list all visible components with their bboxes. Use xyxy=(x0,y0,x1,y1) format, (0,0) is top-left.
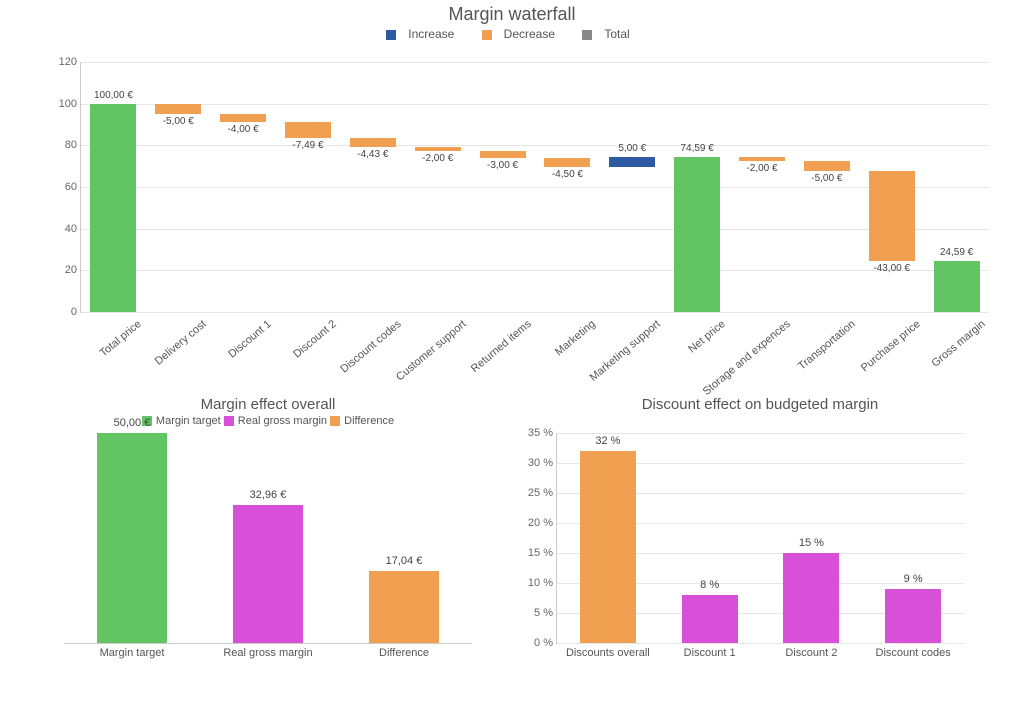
y-tick: 80 xyxy=(49,139,77,151)
bar-value-label: 15 % xyxy=(766,537,856,549)
legend-item: Difference xyxy=(344,415,394,427)
y-tick: 20 xyxy=(49,264,77,276)
bar xyxy=(97,433,167,643)
bar-value-label: 9 % xyxy=(868,573,958,585)
waterfall-bar xyxy=(739,157,785,161)
waterfall-plot-area: 020406080100120100,00 €Total price-5,00 … xyxy=(80,62,989,313)
x-tick: Difference xyxy=(354,647,454,659)
y-tick: 10 % xyxy=(515,577,553,589)
waterfall-bar xyxy=(804,161,850,171)
bar xyxy=(783,553,839,643)
waterfall-bar xyxy=(220,114,266,122)
legend-decrease: Decrease xyxy=(504,27,555,41)
legend-increase: Increase xyxy=(408,27,454,41)
waterfall-bar xyxy=(480,151,526,157)
x-tick: Discount 1 xyxy=(660,647,760,659)
x-tick: Discount codes xyxy=(863,647,963,659)
plot-area: 0 %5 %10 %15 %20 %25 %30 %35 %32 %Discou… xyxy=(556,433,964,644)
bar-value-label: 32,96 € xyxy=(223,489,313,501)
y-tick: 40 xyxy=(49,223,77,235)
y-tick: 100 xyxy=(49,98,77,110)
bar-value-label: -4,43 € xyxy=(338,149,408,160)
chart-title: Margin effect overall xyxy=(48,396,488,413)
bar-value-label: -2,00 € xyxy=(403,153,473,164)
bar-value-label: 32 % xyxy=(563,435,653,447)
y-tick: 15 % xyxy=(515,547,553,559)
waterfall-bar xyxy=(544,158,590,167)
y-tick: 60 xyxy=(49,181,77,193)
y-tick: 0 xyxy=(49,306,77,318)
bar-value-label: 50,00 € xyxy=(87,417,177,429)
margin-effect-chart: Margin effect overall Margin target Real… xyxy=(48,396,488,696)
waterfall-bar xyxy=(609,157,655,167)
bar-value-label: -2,00 € xyxy=(727,163,797,174)
bar-value-label: 17,04 € xyxy=(359,555,449,567)
bar-value-label: 100,00 € xyxy=(78,90,148,101)
bar-value-label: 5,00 € xyxy=(597,143,667,154)
plot-area: 50,00 €Margin target32,96 €Real gross ma… xyxy=(64,433,472,644)
y-tick: 120 xyxy=(49,56,77,68)
waterfall-chart: Margin waterfall Increase Decrease Total… xyxy=(0,4,1024,41)
chart-title: Margin waterfall xyxy=(0,4,1024,25)
y-tick: 35 % xyxy=(515,427,553,439)
waterfall-bar xyxy=(285,122,331,138)
chart-legend: Increase Decrease Total xyxy=(0,27,1024,41)
bar-value-label: -5,00 € xyxy=(143,116,213,127)
chart-title: Discount effect on budgeted margin xyxy=(540,396,980,413)
waterfall-bar xyxy=(869,171,915,261)
waterfall-bar xyxy=(90,104,136,312)
waterfall-bar xyxy=(674,157,720,312)
bar-value-label: 24,59 € xyxy=(922,247,992,258)
bar-value-label: -4,00 € xyxy=(208,124,278,135)
y-tick: 5 % xyxy=(515,607,553,619)
legend-total: Total xyxy=(604,27,629,41)
waterfall-bar xyxy=(415,147,461,151)
bar-value-label: -43,00 € xyxy=(857,263,927,274)
bar xyxy=(682,595,738,643)
y-tick: 20 % xyxy=(515,517,553,529)
legend-item: Real gross margin xyxy=(238,415,327,427)
bar xyxy=(885,589,941,643)
x-tick: Margin target xyxy=(82,647,182,659)
dashboard: Margin waterfall Increase Decrease Total… xyxy=(0,4,1024,720)
bar-value-label: -5,00 € xyxy=(792,173,862,184)
discount-effect-chart: Discount effect on budgeted margin 0 %5 … xyxy=(540,396,980,696)
bar-value-label: -7,49 € xyxy=(273,140,343,151)
x-tick: Discount 2 xyxy=(761,647,861,659)
waterfall-bar xyxy=(934,261,980,312)
bar xyxy=(369,571,439,643)
y-tick: 0 % xyxy=(515,637,553,649)
bar xyxy=(580,451,636,643)
bar-value-label: -4,50 € xyxy=(532,169,602,180)
y-tick: 25 % xyxy=(515,487,553,499)
bar-value-label: -3,00 € xyxy=(468,160,538,171)
bar-value-label: 74,59 € xyxy=(662,143,732,154)
bar-value-label: 8 % xyxy=(665,579,755,591)
x-tick: Discounts overall xyxy=(558,647,658,659)
waterfall-bar xyxy=(155,104,201,114)
x-tick: Real gross margin xyxy=(218,647,318,659)
bar xyxy=(233,505,303,643)
waterfall-bar xyxy=(350,138,396,147)
y-tick: 30 % xyxy=(515,457,553,469)
